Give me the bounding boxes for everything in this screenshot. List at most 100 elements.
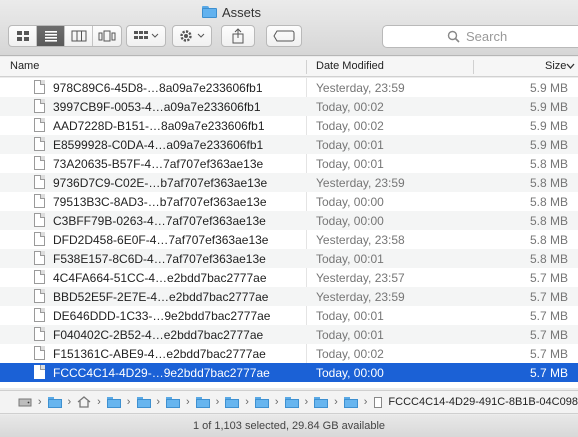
file-list[interactable]: 978C89C6-45D8-…8a09a7e233606fb1 Yesterday… [0, 78, 578, 388]
path-bar: › › › › › › › › › › › › FCCC4C14-4D29-491C-8B1B-04C0… [0, 390, 578, 414]
file-row[interactable]: 3997CB9F-0053-4…a09a7e233606fb1 Today, 00… [0, 97, 578, 116]
file-name: F040402C-2B52-4…e2bdd7bac2777ae [53, 328, 264, 342]
file-name: 3997CB9F-0053-4…a09a7e233606fb1 [53, 100, 261, 114]
document-icon [34, 327, 45, 341]
document-icon [34, 365, 45, 379]
path-folder-icon[interactable] [47, 396, 62, 408]
edit-tags-button[interactable] [266, 25, 302, 47]
file-name: 9736D7C9-C02E-…b7af707ef363ae13e [53, 176, 268, 190]
home-icon[interactable] [77, 396, 91, 408]
file-row[interactable]: E8599928-C0DA-4…a09a7e233606fb1 Today, 00… [0, 135, 578, 154]
file-row[interactable]: 79513B3C-8AD3-…b7af707ef363ae13e Today, 0… [0, 192, 578, 211]
file-size: 5.8 MB [529, 195, 568, 209]
status-bar: 1 of 1,103 selected, 29.84 GB available [0, 415, 578, 437]
column-view-button[interactable] [65, 26, 93, 46]
file-size: 5.7 MB [529, 271, 568, 285]
file-name: 4C4FA664-51CC-4…e2bdd7bac2777ae [53, 271, 267, 285]
document-icon [34, 346, 45, 360]
path-folder-icon[interactable] [314, 396, 329, 408]
icon-view-button[interactable] [9, 26, 37, 46]
file-date-modified: Today, 00:02 [316, 119, 384, 133]
file-date-modified: Today, 00:01 [316, 309, 384, 323]
file-row[interactable]: C3BFF79B-0263-4…7af707ef363ae13e Today, 0… [0, 211, 578, 230]
file-name: DE646DDD-1C33-…9e2bdd7bac2777ae [53, 309, 271, 323]
file-row[interactable]: DE646DDD-1C33-…9e2bdd7bac2777ae Today, 00… [0, 306, 578, 325]
path-folder-icon[interactable] [255, 396, 269, 408]
view-mode-segmented-control[interactable] [8, 25, 122, 47]
share-button[interactable] [221, 25, 255, 47]
path-folder-icon[interactable] [284, 396, 299, 408]
document-icon [34, 175, 45, 189]
file-row[interactable]: AAD7228D-B151-…8a09a7e233606fb1 Today, 00… [0, 116, 578, 135]
path-separator-icon: › [363, 396, 368, 408]
column-divider[interactable] [306, 60, 307, 74]
arrange-button[interactable] [126, 25, 166, 47]
document-icon [34, 308, 45, 322]
file-name: DFD2D458-6E0F-4…7af707ef363ae13e [53, 233, 269, 247]
file-row[interactable]: 4C4FA664-51CC-4…e2bdd7bac2777ae Yesterday… [0, 268, 578, 287]
path-document-icon[interactable] [373, 396, 383, 408]
path-separator-icon: › [274, 396, 279, 408]
search-field[interactable]: Search [382, 25, 578, 48]
path-separator-icon: › [37, 396, 42, 408]
document-icon [34, 289, 45, 303]
column-divider[interactable] [473, 60, 474, 74]
file-name: F151361C-ABE9-4…e2bdd7bac2777ae [53, 347, 266, 361]
columns-icon [71, 30, 86, 42]
status-text: 1 of 1,103 selected, 29.84 GB available [192, 420, 386, 432]
document-icon [34, 156, 45, 170]
file-size: 5.9 MB [529, 138, 568, 152]
path-folder-icon[interactable] [166, 396, 181, 408]
file-date-modified: Yesterday, 23:59 [316, 290, 405, 304]
file-row[interactable]: F040402C-2B52-4…e2bdd7bac2777ae Today, 00… [0, 325, 578, 344]
path-folder-icon[interactable] [225, 396, 240, 408]
path-folder-icon[interactable] [343, 396, 358, 408]
file-row[interactable]: FCCC4C14-4D29-…9e2bdd7bac2777ae Today, 00… [0, 363, 578, 382]
path-folder-icon[interactable] [106, 396, 121, 408]
path-separator-icon: › [126, 396, 131, 408]
gear-icon [180, 30, 205, 42]
file-row[interactable]: BBD52E5F-2E7E-4…e2bdd7bac2777ae Yesterday… [0, 287, 578, 306]
file-date-modified: Today, 00:02 [316, 347, 384, 361]
cover-flow-view-button[interactable] [93, 26, 121, 46]
file-row[interactable]: DFD2D458-6E0F-4…7af707ef363ae13e Yesterda… [0, 230, 578, 249]
file-name: 73A20635-B57F-4…7af707ef363ae13e [53, 157, 264, 171]
document-icon [34, 270, 45, 284]
path-folder-icon[interactable] [195, 396, 210, 408]
file-name: BBD52E5F-2E7E-4…e2bdd7bac2777ae [53, 290, 269, 304]
file-row[interactable]: F538E157-8C6D-4…7af707ef363ae13e Today, 0… [0, 249, 578, 268]
sort-descending-icon [566, 63, 575, 69]
column-header-size[interactable]: Size [545, 60, 566, 72]
path-folder-icon[interactable] [136, 396, 151, 408]
column-header-date-modified[interactable]: Date Modified [316, 60, 384, 72]
file-size: 5.7 MB [529, 290, 568, 304]
file-date-modified: Today, 00:02 [316, 100, 384, 114]
file-row[interactable]: 9736D7C9-C02E-…b7af707ef363ae13e Yesterda… [0, 173, 578, 192]
path-current-file[interactable]: FCCC4C14-4D29-491C-8B1B-04C098 [388, 396, 578, 408]
hard-drive-icon[interactable] [18, 396, 32, 408]
document-icon [34, 137, 45, 151]
file-row[interactable]: 73A20635-B57F-4…7af707ef363ae13e Today, 0… [0, 154, 578, 173]
search-placeholder: Search [466, 29, 508, 44]
document-icon [34, 232, 45, 246]
file-size: 5.8 MB [529, 252, 568, 266]
action-button[interactable] [172, 25, 212, 47]
file-row[interactable]: 978C89C6-45D8-…8a09a7e233606fb1 Yesterday… [0, 78, 578, 97]
file-name: C3BFF79B-0263-4…7af707ef363ae13e [53, 214, 266, 228]
file-row[interactable]: F151361C-ABE9-4…e2bdd7bac2777ae Today, 00… [0, 344, 578, 363]
column-header-name[interactable]: Name [10, 60, 39, 72]
file-date-modified: Yesterday, 23:59 [316, 81, 405, 95]
file-name: E8599928-C0DA-4…a09a7e233606fb1 [53, 138, 264, 152]
file-size: 5.8 MB [529, 157, 568, 171]
title-bar: Assets Search [0, 0, 578, 56]
file-date-modified: Today, 00:01 [316, 252, 384, 266]
file-date-modified: Today, 00:01 [316, 328, 384, 342]
file-date-modified: Today, 00:00 [316, 195, 384, 209]
window-title-label: Assets [222, 4, 262, 20]
list-view-button[interactable] [37, 26, 65, 46]
file-size: 5.7 MB [529, 328, 568, 342]
file-date-modified: Yesterday, 23:59 [316, 176, 405, 190]
file-date-modified: Yesterday, 23:58 [316, 233, 405, 247]
path-separator-icon: › [245, 396, 249, 408]
path-separator-icon: › [67, 396, 72, 408]
